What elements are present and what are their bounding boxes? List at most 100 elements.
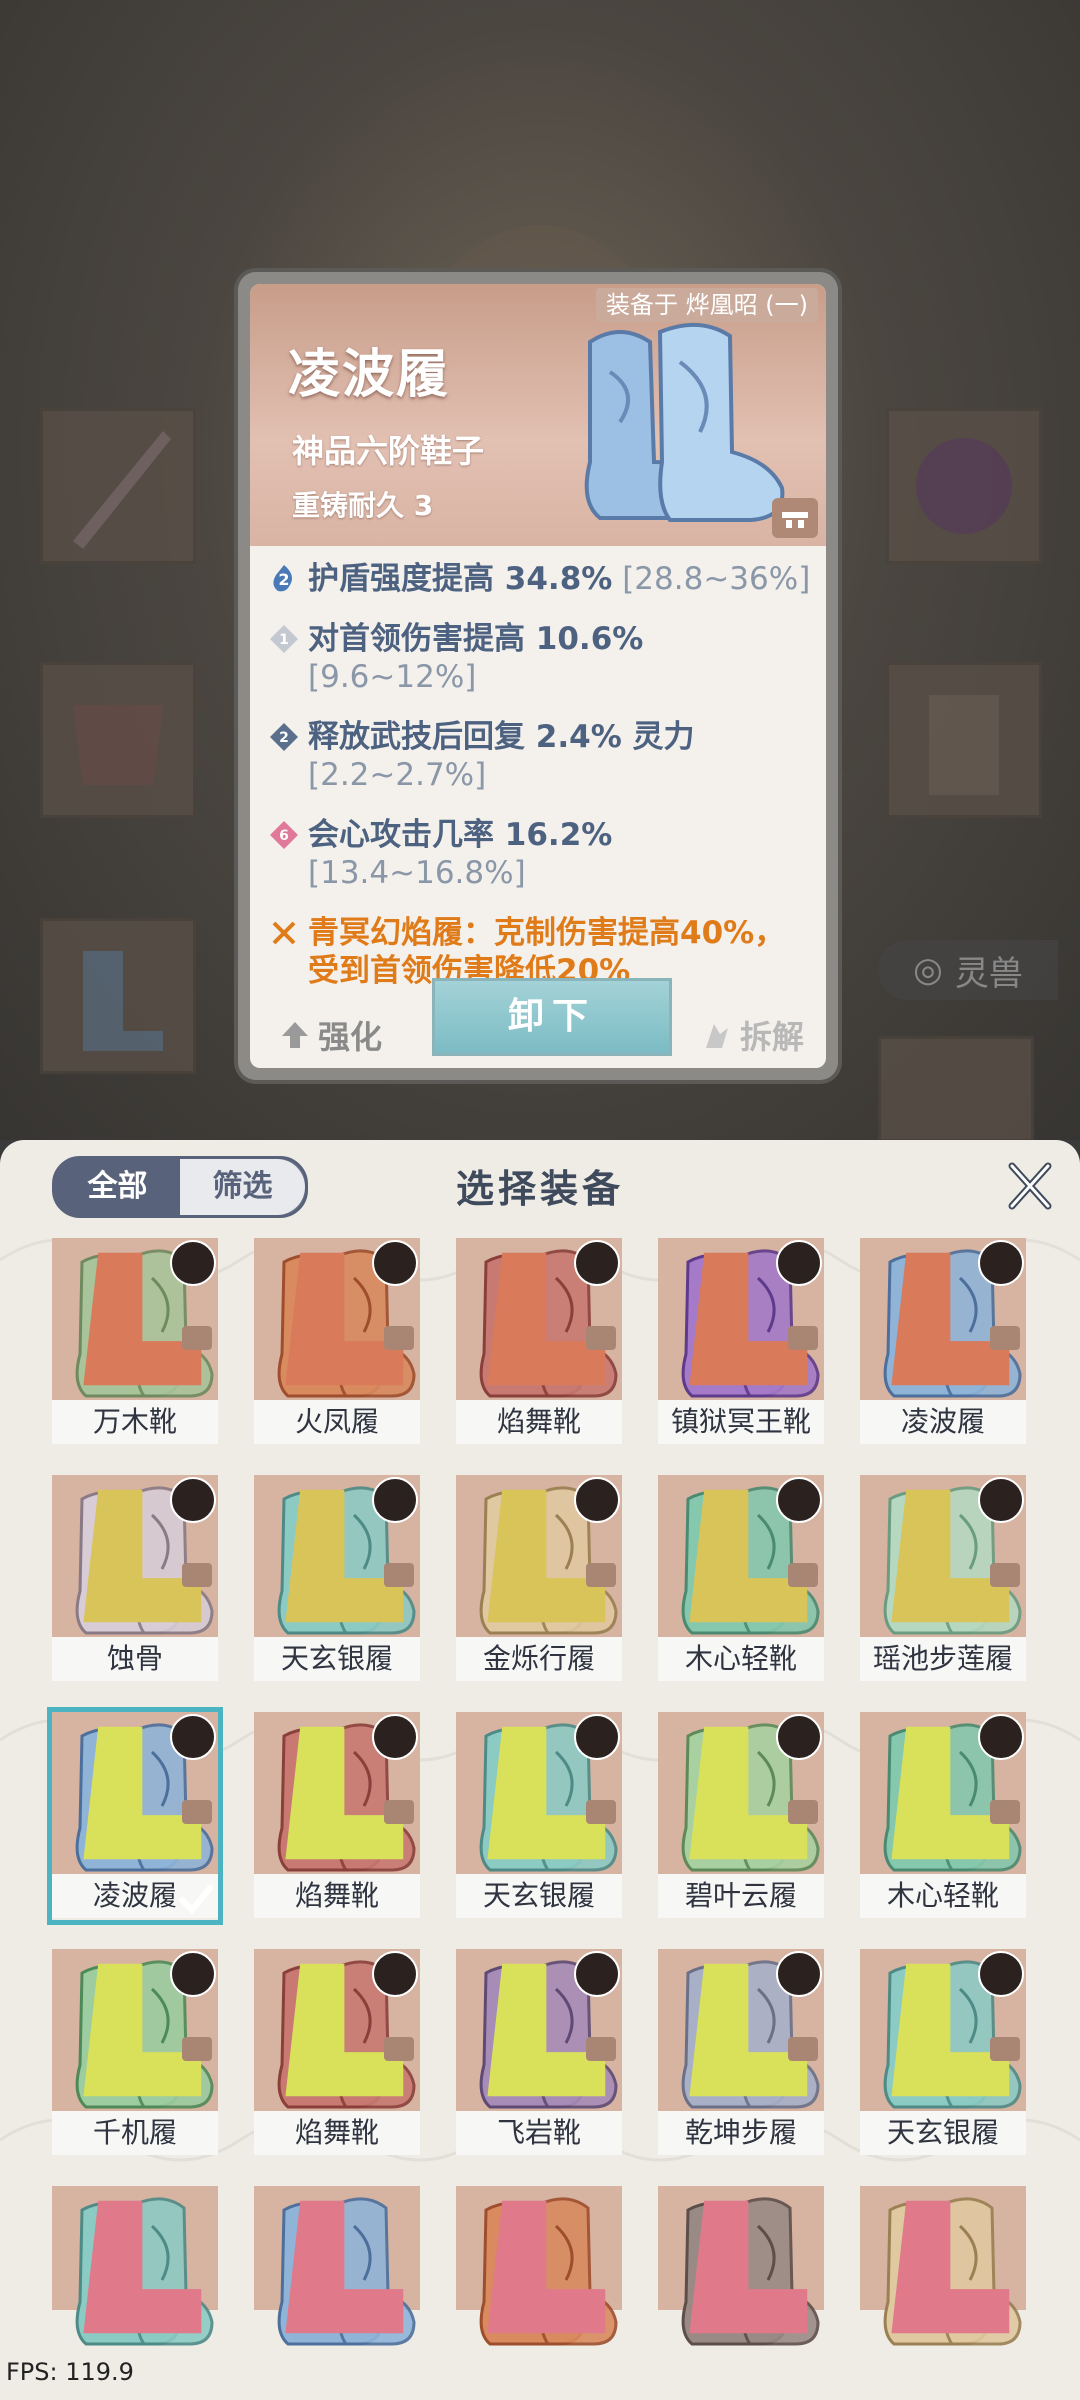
item-art [456,1712,622,1874]
bg-slot-boots [40,918,196,1074]
stat-value: 对首领伤害提高 10.6% [308,621,644,657]
item-art [52,1475,218,1637]
lock-icon[interactable] [772,498,818,538]
equipment-item[interactable] [658,2186,824,2346]
avatar [776,1951,822,1997]
strengthen-button[interactable]: 强化 [278,1012,382,1058]
item-grade: 神品六阶鞋子 [292,432,485,470]
fps-counter: FPS: 119.9 [6,2358,134,2386]
stat-value: 护盾强度提高 34.8% [308,561,613,597]
item-art [254,2186,420,2346]
item-label: 天玄银履 [456,1874,622,1918]
lock-icon [384,1326,414,1350]
item-art [658,1949,824,2111]
item-label: 凌波履 [860,1400,1026,1444]
avatar [372,1477,418,1523]
avatar [372,1714,418,1760]
equipment-item[interactable]: 焰舞靴 [456,1238,622,1446]
panel-title: 选择装备 [455,1167,624,1211]
item-label: 木心轻靴 [860,1874,1026,1918]
boot-slot-icon [83,2200,202,2334]
equipment-item[interactable] [254,2186,420,2346]
avatar [372,1951,418,1997]
lock-icon [990,1326,1020,1350]
avatar [574,1714,620,1760]
disassemble-label: 拆解 [740,1018,805,1056]
svg-text:2: 2 [278,570,289,589]
equipment-item[interactable] [860,2186,1026,2346]
bg-slot-accessory [886,408,1042,564]
equipment-item[interactable]: 千机履 [52,1949,218,2157]
stat-row: 2 释放武技后回复 2.4% 灵力 [2.2~2.7%] [264,718,814,794]
item-header: 装备于 烨凰昭 (一) 凌波履 神品六阶鞋子 重铸耐久 3 [250,284,826,546]
svg-text:2: 2 [279,730,289,746]
stat-range: [13.4~16.8%] [308,855,526,891]
equipment-item[interactable]: 碧叶云履 [658,1712,824,1920]
avatar [978,1240,1024,1286]
shatter-icon [706,1024,728,1048]
equipment-item[interactable]: 凌波履 [860,1238,1026,1446]
item-art [860,1475,1026,1637]
lock-icon [182,1326,212,1350]
equipment-item[interactable]: 万木靴 [52,1238,218,1446]
item-art [658,2186,824,2346]
equipment-item[interactable]: 镇狱冥王靴 [658,1238,824,1446]
equipment-item[interactable]: 乾坤步履 [658,1949,824,2157]
boot-slot-icon [891,2200,1010,2334]
avatar [574,1477,620,1523]
item-label: 镇狱冥王靴 [658,1400,824,1444]
item-art [52,2186,218,2346]
boot-artwork [584,322,785,522]
item-art [860,1949,1026,2111]
strengthen-label: 强化 [318,1018,383,1056]
lock-icon [990,1563,1020,1587]
item-label: 蚀骨 [52,1637,218,1681]
lock-icon [586,2037,616,2061]
item-art [254,1712,420,1874]
equipment-item[interactable] [52,2186,218,2346]
item-art [52,1238,218,1400]
equipment-item[interactable]: 焰舞靴 [254,1712,420,1920]
item-label: 千机履 [52,2111,218,2155]
equipment-item[interactable]: 天玄银履 [254,1475,420,1683]
item-label: 瑶池步莲履 [860,1637,1026,1681]
item-art [456,1949,622,2111]
bg-slot-helmet [40,662,196,818]
item-art [860,1238,1026,1400]
lingshou-label: 灵兽 [954,953,1023,994]
item-art [254,1475,420,1637]
equipment-item[interactable]: 凌波履 [47,1707,223,1925]
equipment-item[interactable]: 木心轻靴 [860,1712,1026,1920]
unequip-button[interactable]: 卸下 [432,978,672,1056]
equipment-item[interactable]: 木心轻靴 [658,1475,824,1683]
equipment-item[interactable]: 瑶池步莲履 [860,1475,1026,1683]
lock-icon [384,1800,414,1824]
bg-slot-armor [886,662,1042,818]
equipment-item[interactable] [456,2186,622,2346]
disassemble-button[interactable]: 拆解 [700,1012,804,1058]
equipment-item[interactable]: 蚀骨 [52,1475,218,1683]
lock-icon [788,1563,818,1587]
item-art [658,1238,824,1400]
equipment-item[interactable]: 天玄银履 [860,1949,1026,2157]
item-art [456,1475,622,1637]
item-label: 火凤履 [254,1400,420,1444]
stat-list: 2 护盾强度提高 34.8% [28.8~36%] 1 对首领伤害提高 10.6… [264,560,814,1012]
equipment-item[interactable]: 火凤履 [254,1238,420,1446]
avatar [170,1951,216,1997]
item-label: 木心轻靴 [658,1637,824,1681]
stat-badge-icon: 2 [273,565,292,592]
equipment-item[interactable]: 天玄银履 [456,1712,622,1920]
avatar [978,1951,1024,1997]
equipment-item[interactable]: 金烁行履 [456,1475,622,1683]
lingshou-tab[interactable]: ◎ 灵兽 [878,940,1058,1000]
close-icon[interactable] [1002,1158,1058,1214]
lock-icon [182,1563,212,1587]
item-art [254,1238,420,1400]
equipment-item[interactable]: 焰舞靴 [254,1949,420,2157]
lock-icon [788,2037,818,2061]
item-art [658,1712,824,1874]
item-art [52,1949,218,2111]
avatar [170,1477,216,1523]
equipment-item[interactable]: 飞岩靴 [456,1949,622,2157]
